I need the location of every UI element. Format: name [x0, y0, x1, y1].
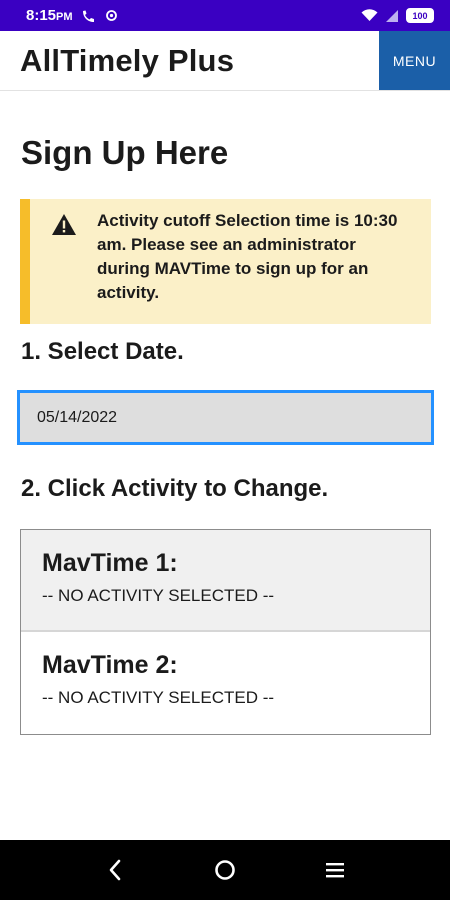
activity-item-mavtime-1[interactable]: MavTime 1: -- NO ACTIVITY SELECTED --	[21, 530, 430, 632]
warning-alert: Activity cutoff Selection time is 10:30 …	[20, 199, 431, 324]
sync-icon	[105, 9, 118, 22]
time-value: 8:15	[26, 7, 57, 24]
time-ampm: PM	[56, 11, 73, 23]
click-activity-heading: 2. Click Activity to Change.	[21, 475, 329, 502]
status-left: 8:15PM	[26, 7, 118, 24]
activity-name: MavTime 1:	[42, 549, 178, 577]
select-date-heading: 1. Select Date.	[21, 338, 184, 365]
activity-value: -- NO ACTIVITY SELECTED --	[42, 586, 275, 605]
wifi-icon	[361, 9, 378, 22]
battery-icon: 100	[406, 8, 434, 23]
date-input[interactable]	[17, 390, 434, 445]
battery-level: 100	[412, 10, 428, 21]
navigation-bar	[0, 840, 450, 900]
alert-text: Activity cutoff Selection time is 10:30 …	[97, 211, 398, 302]
activity-list: MavTime 1: -- NO ACTIVITY SELECTED -- Ma…	[20, 529, 431, 735]
activity-item-mavtime-2[interactable]: MavTime 2: -- NO ACTIVITY SELECTED --	[21, 632, 430, 734]
menu-button[interactable]: MENU	[379, 31, 450, 90]
app-header: AllTimely Plus MENU	[0, 31, 450, 91]
phone-wifi-icon	[81, 9, 97, 23]
activity-value: -- NO ACTIVITY SELECTED --	[42, 688, 275, 707]
status-bar: 8:15PM 100	[0, 0, 450, 31]
status-right: 100	[361, 8, 434, 23]
back-icon[interactable]	[95, 850, 135, 890]
signal-icon	[386, 9, 398, 22]
home-icon[interactable]	[205, 850, 245, 890]
status-time: 8:15PM	[26, 7, 73, 24]
page-title: Sign Up Here	[21, 134, 229, 171]
warning-icon	[52, 214, 76, 240]
activity-name: MavTime 2:	[42, 651, 178, 679]
app-title: AllTimely Plus	[20, 42, 235, 78]
recents-icon[interactable]	[315, 850, 355, 890]
